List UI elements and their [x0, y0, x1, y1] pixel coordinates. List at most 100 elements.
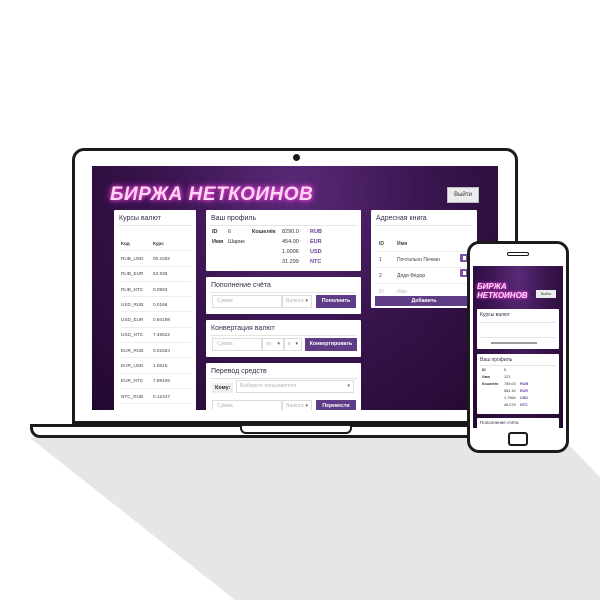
column-header: ID	[379, 240, 384, 247]
balance-amount: 454.00	[282, 239, 299, 245]
app-logo: БИРЖА НЕТКОИНОВ	[110, 184, 314, 205]
balance-amount: 31.299	[282, 259, 299, 265]
addressbook-panel: Адресная книга ID Имя 1 Почтальон Печкин…	[371, 210, 477, 308]
mobile-id-label: ID	[482, 368, 486, 372]
convert-panel: Конвертация валют Сумма из ▾ в ▾ Конвертир…	[206, 320, 361, 357]
add-contact-button[interactable]: Добавить	[375, 296, 473, 306]
profile-title: Ваш профиль	[211, 215, 257, 222]
rate-code: NTC_RUB	[121, 393, 144, 399]
contact-name: Дядя Фёдор	[397, 272, 426, 279]
chevron-down-icon: ▾	[305, 298, 308, 304]
new-contact-id-input[interactable]: ID	[379, 289, 397, 295]
transfer-title: Перевод средств	[211, 368, 267, 375]
rate-code: RUB_EUR	[121, 271, 144, 277]
column-header: Курс	[153, 240, 164, 246]
rate-code: NTC_USD	[121, 409, 153, 410]
rate-code: EUR_USD	[121, 363, 144, 369]
rate-code: RUB_USD	[121, 255, 144, 261]
balance-amount: 8290.0	[282, 229, 299, 235]
phone-screen: БИРЖА НЕТКОИНОВ Выйти Курсы валют Ваш пр…	[473, 266, 563, 428]
rate-value: 0.12347	[153, 393, 170, 399]
rate-value: 63.938	[153, 271, 168, 277]
divider	[210, 225, 357, 226]
logout-button[interactable]: Выйти	[447, 187, 479, 203]
table-row: RUB_EUR 63.938	[121, 267, 191, 282]
convert-to-select[interactable]: в ▾	[284, 338, 302, 351]
balance-amount: 1.0006	[282, 249, 299, 255]
balance-amount: 1.7966	[504, 396, 516, 400]
id-value: 6	[228, 229, 232, 235]
rate-code: EUR_NTC	[121, 378, 144, 384]
camera-icon	[293, 154, 300, 161]
rate-value: 0.0166	[153, 301, 168, 307]
transfer-to-label: Кому:	[212, 383, 234, 393]
name-label: Имя	[212, 239, 224, 245]
id-label: ID	[212, 229, 218, 235]
rate-value: 7.45622	[153, 332, 170, 338]
mobile-rates-title: Курсы валют	[480, 312, 510, 318]
mobile-app-logo: БИРЖА НЕТКОИНОВ	[477, 282, 528, 300]
chevron-down-icon: ▾	[295, 341, 298, 347]
balance-amount: 759.00	[504, 382, 516, 386]
transfer-currency-select[interactable]: Валюта ▾	[282, 400, 312, 410]
mobile-deposit-title: Пополнение счёта	[480, 420, 519, 425]
new-contact-name-input[interactable]: Имя	[397, 289, 407, 295]
table-row: 1 Почтальон Печкин	[375, 252, 473, 268]
transfer-user-select[interactable]: Выберите пользователя ▾	[236, 380, 354, 393]
convert-title: Конвертация валют	[211, 325, 275, 332]
rate-code: RUB_NTC	[121, 286, 144, 292]
table-row: EUR_NTC 7.89426	[121, 374, 191, 389]
laptop-screen: БИРЖА НЕТКОИНОВ Выйти Курсы валют Код Ку…	[92, 166, 498, 410]
transfer-amount-input[interactable]: Сумма	[212, 400, 282, 410]
laptop-notch	[240, 426, 352, 434]
rate-value: 0.01564	[153, 347, 170, 353]
divider	[480, 365, 556, 366]
scrollbar[interactable]	[491, 342, 537, 344]
balance-currency: RUB	[310, 229, 322, 235]
chevron-down-icon: ▾	[305, 403, 308, 409]
addressbook-table: ID Имя 1 Почтальон Печкин 2 Дядя Фёдор I…	[375, 236, 473, 300]
deposit-button[interactable]: Пополнить	[316, 295, 356, 308]
chevron-down-icon: ▾	[277, 341, 280, 347]
rates-table: Код Курс RUB_USD 00.2282 RUB_EUR 63.938 RUB_…	[121, 236, 191, 410]
transfer-button[interactable]: Перевести	[316, 400, 356, 410]
deposit-currency-select[interactable]: Валюта ▾	[282, 295, 312, 308]
divider	[118, 225, 192, 226]
convert-from-select[interactable]: из ▾	[262, 338, 284, 351]
mobile-logout-button[interactable]: Выйти	[536, 290, 556, 298]
rate-value: 7.89426	[153, 378, 170, 384]
rates-panel: Курсы валют Код Курс RUB_USD 00.2282 RUB_E…	[114, 210, 196, 410]
rate-code: USD_RUB	[121, 301, 144, 307]
balance-amount: 46.078	[504, 403, 516, 407]
table-row: EUR_USD 1.0616	[121, 358, 191, 374]
balance-currency: EUR	[310, 239, 322, 245]
deposit-panel: Пополнение счёта Сумма Валюта ▾ Пополнить	[206, 277, 361, 314]
deposit-amount-input[interactable]: Сумма	[212, 295, 282, 308]
table-row: USD_NTC 7.45622	[121, 328, 191, 344]
balance-currency: RUB	[520, 382, 529, 386]
name-value: Шарик	[228, 239, 245, 245]
convert-button[interactable]: Конвертировать	[305, 338, 357, 351]
table-row: USD_RUB 0.0166	[121, 297, 191, 313]
mobile-profile-title: Ваш профиль	[480, 357, 513, 363]
table-row: USD_EUR 0.94198	[121, 312, 191, 328]
mobile-rates-table	[480, 322, 556, 338]
chevron-down-icon: ▾	[347, 383, 350, 389]
convert-amount-input[interactable]: Сумма	[212, 338, 262, 351]
speaker-icon	[507, 252, 529, 256]
mobile-deposit-panel: Пополнение счёта	[477, 418, 559, 428]
rate-value: 0.13448	[153, 409, 170, 410]
table-header-row: ID Имя	[375, 236, 473, 252]
home-button[interactable]	[508, 432, 528, 446]
table-row: NTC_RUB 0.12347	[121, 389, 191, 405]
rate-code: EUR_RUB	[121, 347, 144, 353]
contact-name: Почтальон Печкин	[397, 256, 440, 263]
table-row: 2 Дядя Фёдор	[375, 268, 473, 284]
column-header: Код	[121, 240, 130, 246]
contact-id: 1	[379, 256, 382, 263]
divider	[210, 378, 357, 379]
balance-currency: NTC	[310, 259, 322, 265]
mobile-wallet-label: Кошелёк	[482, 382, 499, 386]
balance-currency: EUR	[520, 389, 529, 393]
wallet-label: Кошелёк	[252, 229, 276, 235]
